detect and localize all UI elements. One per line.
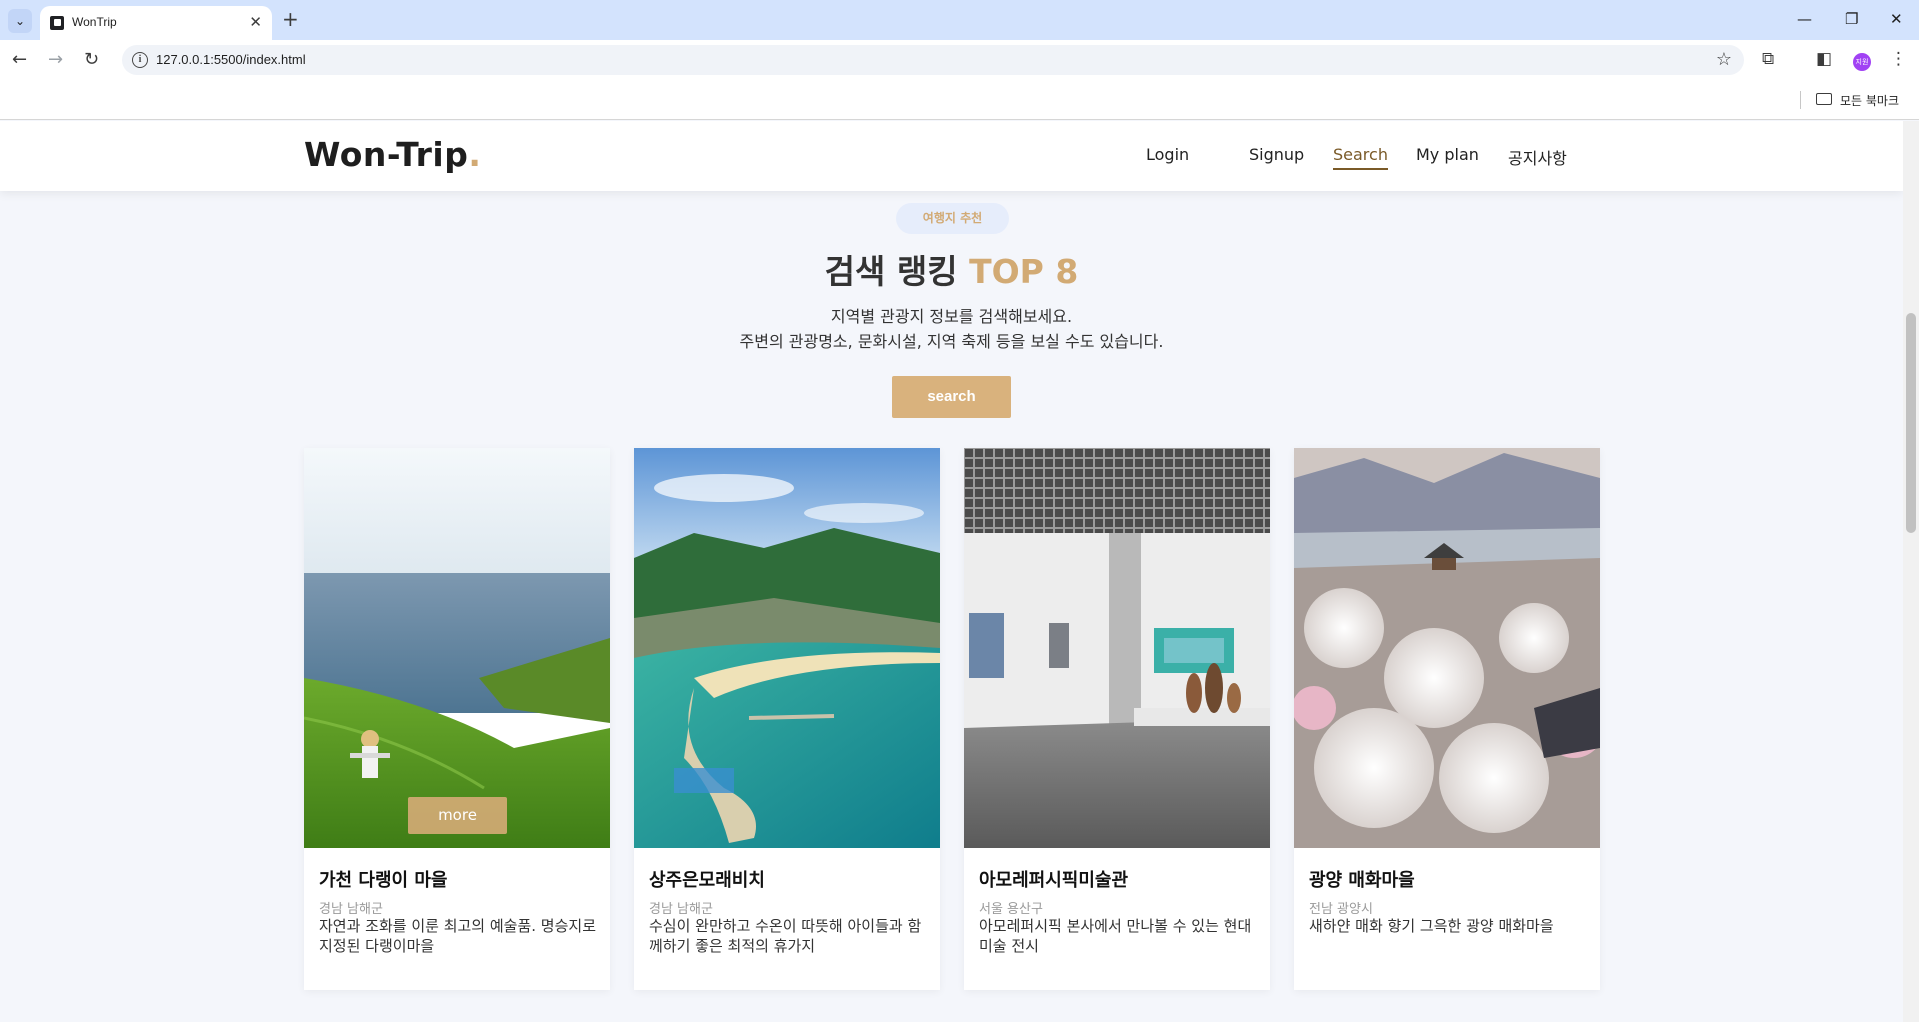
window-close-icon[interactable]: ✕ (1890, 9, 1903, 29)
section-title: 검색 랭킹 TOP 8 (0, 245, 1903, 293)
browser-tab[interactable]: WonTrip ✕ (40, 6, 272, 40)
search-button[interactable]: search (892, 376, 1011, 418)
description-line-2: 주변의 관광명소, 문화시설, 지역 축제 등을 보실 수도 있습니다. (739, 332, 1164, 351)
extensions-icon[interactable]: ⧉ (1762, 49, 1774, 69)
nav-my-plan[interactable]: My plan (1416, 145, 1479, 164)
section-title-main: 검색 랭킹 (824, 252, 958, 291)
destination-card[interactable]: 광양 매화마을 전남 광양시 새하얀 매화 향기 그윽한 광양 매화마을 (1294, 448, 1600, 990)
folder-icon[interactable] (1816, 93, 1832, 105)
nav-login[interactable]: Login (1146, 145, 1189, 164)
section-description: 지역별 관광지 정보를 검색해보세요. 주변의 관광명소, 문화시설, 지역 축… (0, 304, 1903, 354)
museum-photo (964, 448, 1270, 848)
site-info-icon[interactable]: i (132, 52, 148, 68)
site-logo[interactable]: Won-Trip. (304, 135, 481, 174)
scrollbar-thumb[interactable] (1906, 313, 1916, 533)
card-title: 아모레퍼시픽미술관 (979, 870, 1129, 891)
nav-notice[interactable]: 공지사항 (1508, 145, 1567, 169)
browser-toolbar: ← → ↻ i 127.0.0.1:5500/index.html ☆ ⧉ ◧ … (0, 40, 1919, 80)
card-description: 아모레퍼시픽 본사에서 만나볼 수 있는 현대 미술 전시 (979, 917, 1252, 955)
favicon-icon (50, 16, 64, 30)
browser-tab-bar: ⌄ WonTrip ✕ + — ❐ ✕ (0, 0, 1919, 40)
address-bar[interactable]: i 127.0.0.1:5500/index.html ☆ (122, 45, 1744, 75)
card-title: 광양 매화마을 (1309, 870, 1415, 891)
card-image (304, 448, 610, 848)
reload-icon[interactable]: ↻ (84, 50, 99, 70)
card-region: 서울 용산구 (979, 902, 1043, 917)
card-region: 전남 광양시 (1309, 902, 1373, 917)
url-text[interactable]: 127.0.0.1:5500/index.html (156, 52, 306, 67)
profile-avatar[interactable]: 지원 (1853, 53, 1871, 71)
side-panel-icon[interactable]: ◧ (1816, 49, 1832, 69)
card-description: 자연과 조화를 이룬 최고의 예술품. 명승지로 지정된 다랭이마을 (319, 917, 597, 955)
destination-card[interactable]: more 가천 다랭이 마을 경남 남해군 자연과 조화를 이룬 최고의 예술품… (304, 448, 610, 990)
card-image (1294, 448, 1600, 848)
destination-card[interactable]: 아모레퍼시픽미술관 서울 용산구 아모레퍼시픽 본사에서 만나볼 수 있는 현대… (964, 448, 1270, 990)
close-icon[interactable]: ✕ (249, 13, 262, 31)
card-title: 상주은모래비치 (649, 870, 765, 891)
section-title-accent: TOP 8 (969, 252, 1079, 291)
beach-photo (634, 448, 940, 848)
page-viewport: Won-Trip. Login Signup Search My plan 공지… (0, 121, 1903, 1022)
nav-signup[interactable]: Signup (1249, 145, 1304, 164)
restore-icon[interactable]: ❐ (1845, 9, 1858, 29)
logo-text: Won-Trip (304, 135, 469, 174)
page-scrollbar[interactable] (1903, 121, 1919, 1022)
card-description: 새하얀 매화 향기 그윽한 광양 매화마을 (1309, 917, 1554, 935)
chevron-down-icon: ⌄ (14, 14, 26, 28)
card-region: 경남 남해군 (319, 902, 383, 917)
card-description: 수심이 완만하고 수온이 따뜻해 아이들과 함께하기 좋은 최적의 휴가지 (649, 917, 922, 955)
card-region: 경남 남해군 (649, 902, 713, 917)
bookmarks-bar: 모든 북마크 (0, 80, 1919, 120)
forward-arrow-icon[interactable]: → (48, 50, 63, 70)
section-badge: 여행지 추천 (896, 203, 1009, 234)
logo-dot: . (468, 135, 482, 174)
card-title: 가천 다랭이 마을 (319, 870, 448, 891)
tab-title: WonTrip (72, 15, 117, 29)
site-header: Won-Trip. Login Signup Search My plan 공지… (0, 121, 1903, 191)
minimize-icon[interactable]: — (1797, 9, 1812, 29)
all-bookmarks-link[interactable]: 모든 북마크 (1840, 92, 1899, 109)
plum-blossom-village-photo (1294, 448, 1600, 848)
bookmark-star-icon[interactable]: ☆ (1716, 49, 1732, 70)
bookmarks-separator (1800, 91, 1801, 109)
kebab-menu-icon[interactable]: ⋮ (1890, 49, 1907, 69)
nav-search[interactable]: Search (1333, 145, 1388, 170)
description-line-1: 지역별 관광지 정보를 검색해보세요. (830, 307, 1073, 326)
card-image (964, 448, 1270, 848)
back-arrow-icon[interactable]: ← (12, 50, 27, 70)
tab-search-button[interactable]: ⌄ (8, 9, 32, 33)
destination-card[interactable]: 상주은모래비치 경남 남해군 수심이 완만하고 수온이 따뜻해 아이들과 함께하… (634, 448, 940, 990)
rice-terrace-photo (304, 448, 610, 848)
more-button[interactable]: more (408, 797, 507, 834)
new-tab-plus-icon[interactable]: + (282, 9, 299, 29)
card-image (634, 448, 940, 848)
